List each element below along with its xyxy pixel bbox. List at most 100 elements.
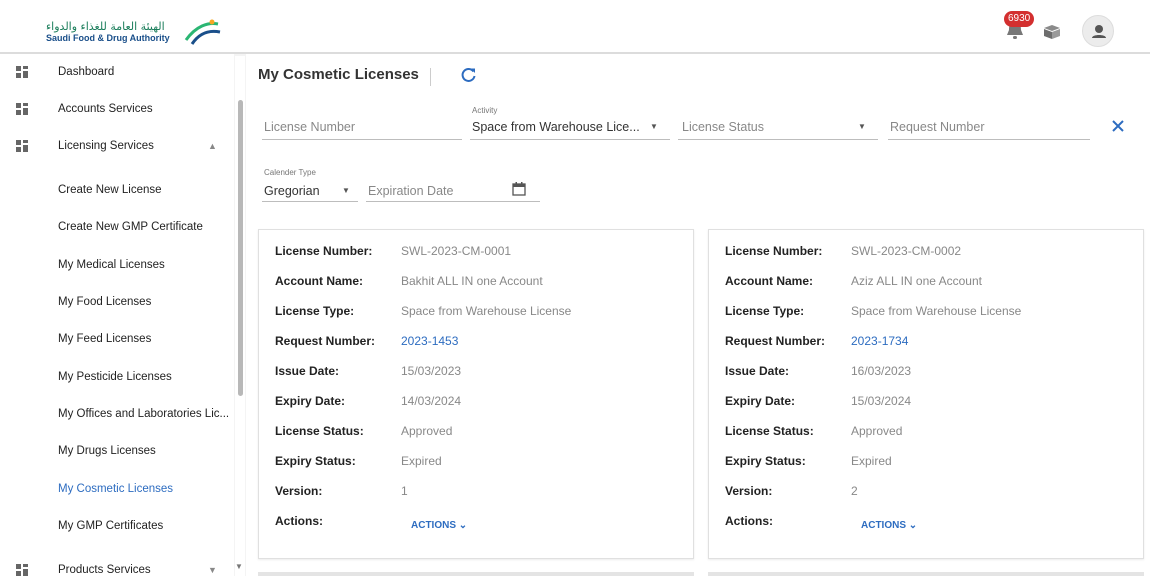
license-type-value: Space from Warehouse License [401,304,572,318]
sidebar-item-label: Accounts Services [58,103,153,115]
top-header: الهيئة العامة للغذاء والدواء Saudi Food … [0,0,1150,54]
account-name-value: Aziz ALL IN one Account [851,274,982,288]
field-label: Expiry Status: [275,454,356,468]
account-name-value: Bakhit ALL IN one Account [401,274,543,288]
sidebar-item-dashboard[interactable]: Dashboard [0,54,234,90]
sidebar-item-create-new-license[interactable]: Create New License [0,172,234,208]
field-label: License Status: [725,424,814,438]
sidebar-item-accounts-services[interactable]: Accounts Services [0,91,234,127]
license-status-select[interactable]: License Status ▼ [678,106,878,140]
request-number-input[interactable]: Request Number [888,106,1090,140]
caret-down-icon: ▼ [650,122,658,131]
sidebar-item-label: My Medical Licenses [58,259,165,271]
chevron-down-icon: ⌄ [908,520,918,531]
title-divider [430,68,431,86]
caret-down-icon: ▼ [342,186,350,195]
field-label: License Number: [725,244,823,258]
field-label: Expiry Status: [725,454,806,468]
calendar-type-select[interactable]: Calender Type Gregorian ▼ [262,168,358,202]
user-icon [1092,25,1106,38]
sidebar-item-label: Dashboard [58,66,115,78]
page-title: My Cosmetic Licenses [258,66,419,83]
field-label: Account Name: [725,274,814,288]
expiry-date-value: 14/03/2024 [401,394,462,408]
logo-arabic-text: الهيئة العامة للغذاء والدواء [46,20,165,33]
field-label: Request Number: [275,334,376,348]
calendar-icon[interactable] [512,182,526,196]
sidebar-item-licensing-services[interactable]: Licensing Services ▲ [0,128,234,164]
field-label: License Status: [275,424,364,438]
field-label: Issue Date: [275,364,340,378]
chevron-up-icon[interactable]: ▲ [208,141,217,151]
license-number-placeholder: License Number [264,120,356,134]
sidebar-item-products-services[interactable]: Products Services ▼ [0,552,234,576]
expiry-status-value: Expired [401,454,442,468]
sidebar-item-drugs-licenses[interactable]: My Drugs Licenses [0,433,234,469]
calendar-type-value: Gregorian [264,184,320,198]
field-label: Account Name: [275,274,364,288]
sidebar-item-label: My Food Licenses [58,296,152,308]
sidebar-item-label: My Drugs Licenses [58,445,156,457]
activity-select[interactable]: Activity Space from Warehouse Lice... ▼ [470,106,670,140]
version-value: 2 [851,484,858,498]
field-label: Actions: [725,514,773,528]
sidebar-scrollbar-thumb[interactable] [238,100,243,396]
field-label: Version: [725,484,773,498]
sidebar-item-medical-licenses[interactable]: My Medical Licenses [0,247,234,283]
issue-date-value: 15/03/2023 [401,364,462,378]
actions-menu-button[interactable]: ACTIONS ⌄ [411,520,467,531]
notification-count-badge: 6930 [1004,11,1035,27]
user-avatar[interactable] [1082,15,1114,47]
expiry-date-value: 15/03/2024 [851,394,912,408]
field-label: Version: [275,484,323,498]
actions-label: ACTIONS [861,520,906,531]
sidebar-item-food-licenses[interactable]: My Food Licenses [0,284,234,320]
request-number-link[interactable]: 2023-1734 [851,334,908,348]
license-card: License Number: SWL-2023-CM-0002 Account… [708,229,1144,559]
expiry-status-value: Expired [851,454,892,468]
license-status-value: Approved [401,424,453,438]
logo-mark-icon [184,19,221,45]
activity-label: Activity [472,106,498,115]
sidebar-item-offices-labs-licenses[interactable]: My Offices and Laboratories Lic... [0,396,234,432]
sidebar-item-cosmetic-licenses[interactable]: My Cosmetic Licenses [0,471,234,507]
field-label: Expiry Date: [275,394,346,408]
license-number-input[interactable]: License Number [262,106,462,140]
clear-filters-close-icon[interactable] [1110,118,1126,134]
chevron-down-icon[interactable]: ▼ [208,565,217,575]
expiration-date-placeholder: Expiration Date [368,184,454,198]
sidebar-item-gmp-certificates[interactable]: My GMP Certificates [0,508,234,544]
sfda-logo[interactable]: الهيئة العامة للغذاء والدواء Saudi Food … [42,18,232,46]
sidebar-item-feed-licenses[interactable]: My Feed Licenses [0,321,234,357]
actions-menu-button[interactable]: ACTIONS ⌄ [861,520,917,531]
next-card-edge [258,572,694,576]
actions-label: ACTIONS [411,520,456,531]
dashboard-grid-icon [16,140,28,152]
dashboard-grid-icon [16,66,28,78]
request-number-link[interactable]: 2023-1453 [401,334,458,348]
dashboard-grid-icon [16,103,28,115]
chevron-down-icon: ⌄ [458,520,468,531]
license-status-value: Approved [851,424,903,438]
sidebar-item-label: Products Services [58,564,151,576]
next-card-edge [708,572,1144,576]
package-icon[interactable] [1042,24,1062,40]
license-number-value: SWL-2023-CM-0002 [851,244,962,258]
main-content: My Cosmetic Licenses License Number Acti… [246,54,1150,576]
scroll-down-arrow-icon[interactable]: ▼ [235,562,243,571]
field-label: Request Number: [725,334,826,348]
field-label: Issue Date: [725,364,790,378]
field-label: License Number: [275,244,373,258]
request-number-placeholder: Request Number [890,120,985,134]
expiration-date-input[interactable]: Expiration Date [366,168,540,202]
sidebar-item-pesticide-licenses[interactable]: My Pesticide Licenses [0,359,234,395]
refresh-icon[interactable] [460,66,478,84]
issue-date-value: 16/03/2023 [851,364,912,378]
field-label: Actions: [275,514,323,528]
sidebar-item-label: Create New GMP Certificate [58,221,203,233]
sidebar-item-label: My Pesticide Licenses [58,371,172,383]
license-type-value: Space from Warehouse License [851,304,1022,318]
logo-english-text: Saudi Food & Drug Authority [46,33,170,43]
sidebar-item-create-gmp-certificate[interactable]: Create New GMP Certificate [0,209,234,245]
sidebar-item-label: My Feed Licenses [58,333,152,345]
